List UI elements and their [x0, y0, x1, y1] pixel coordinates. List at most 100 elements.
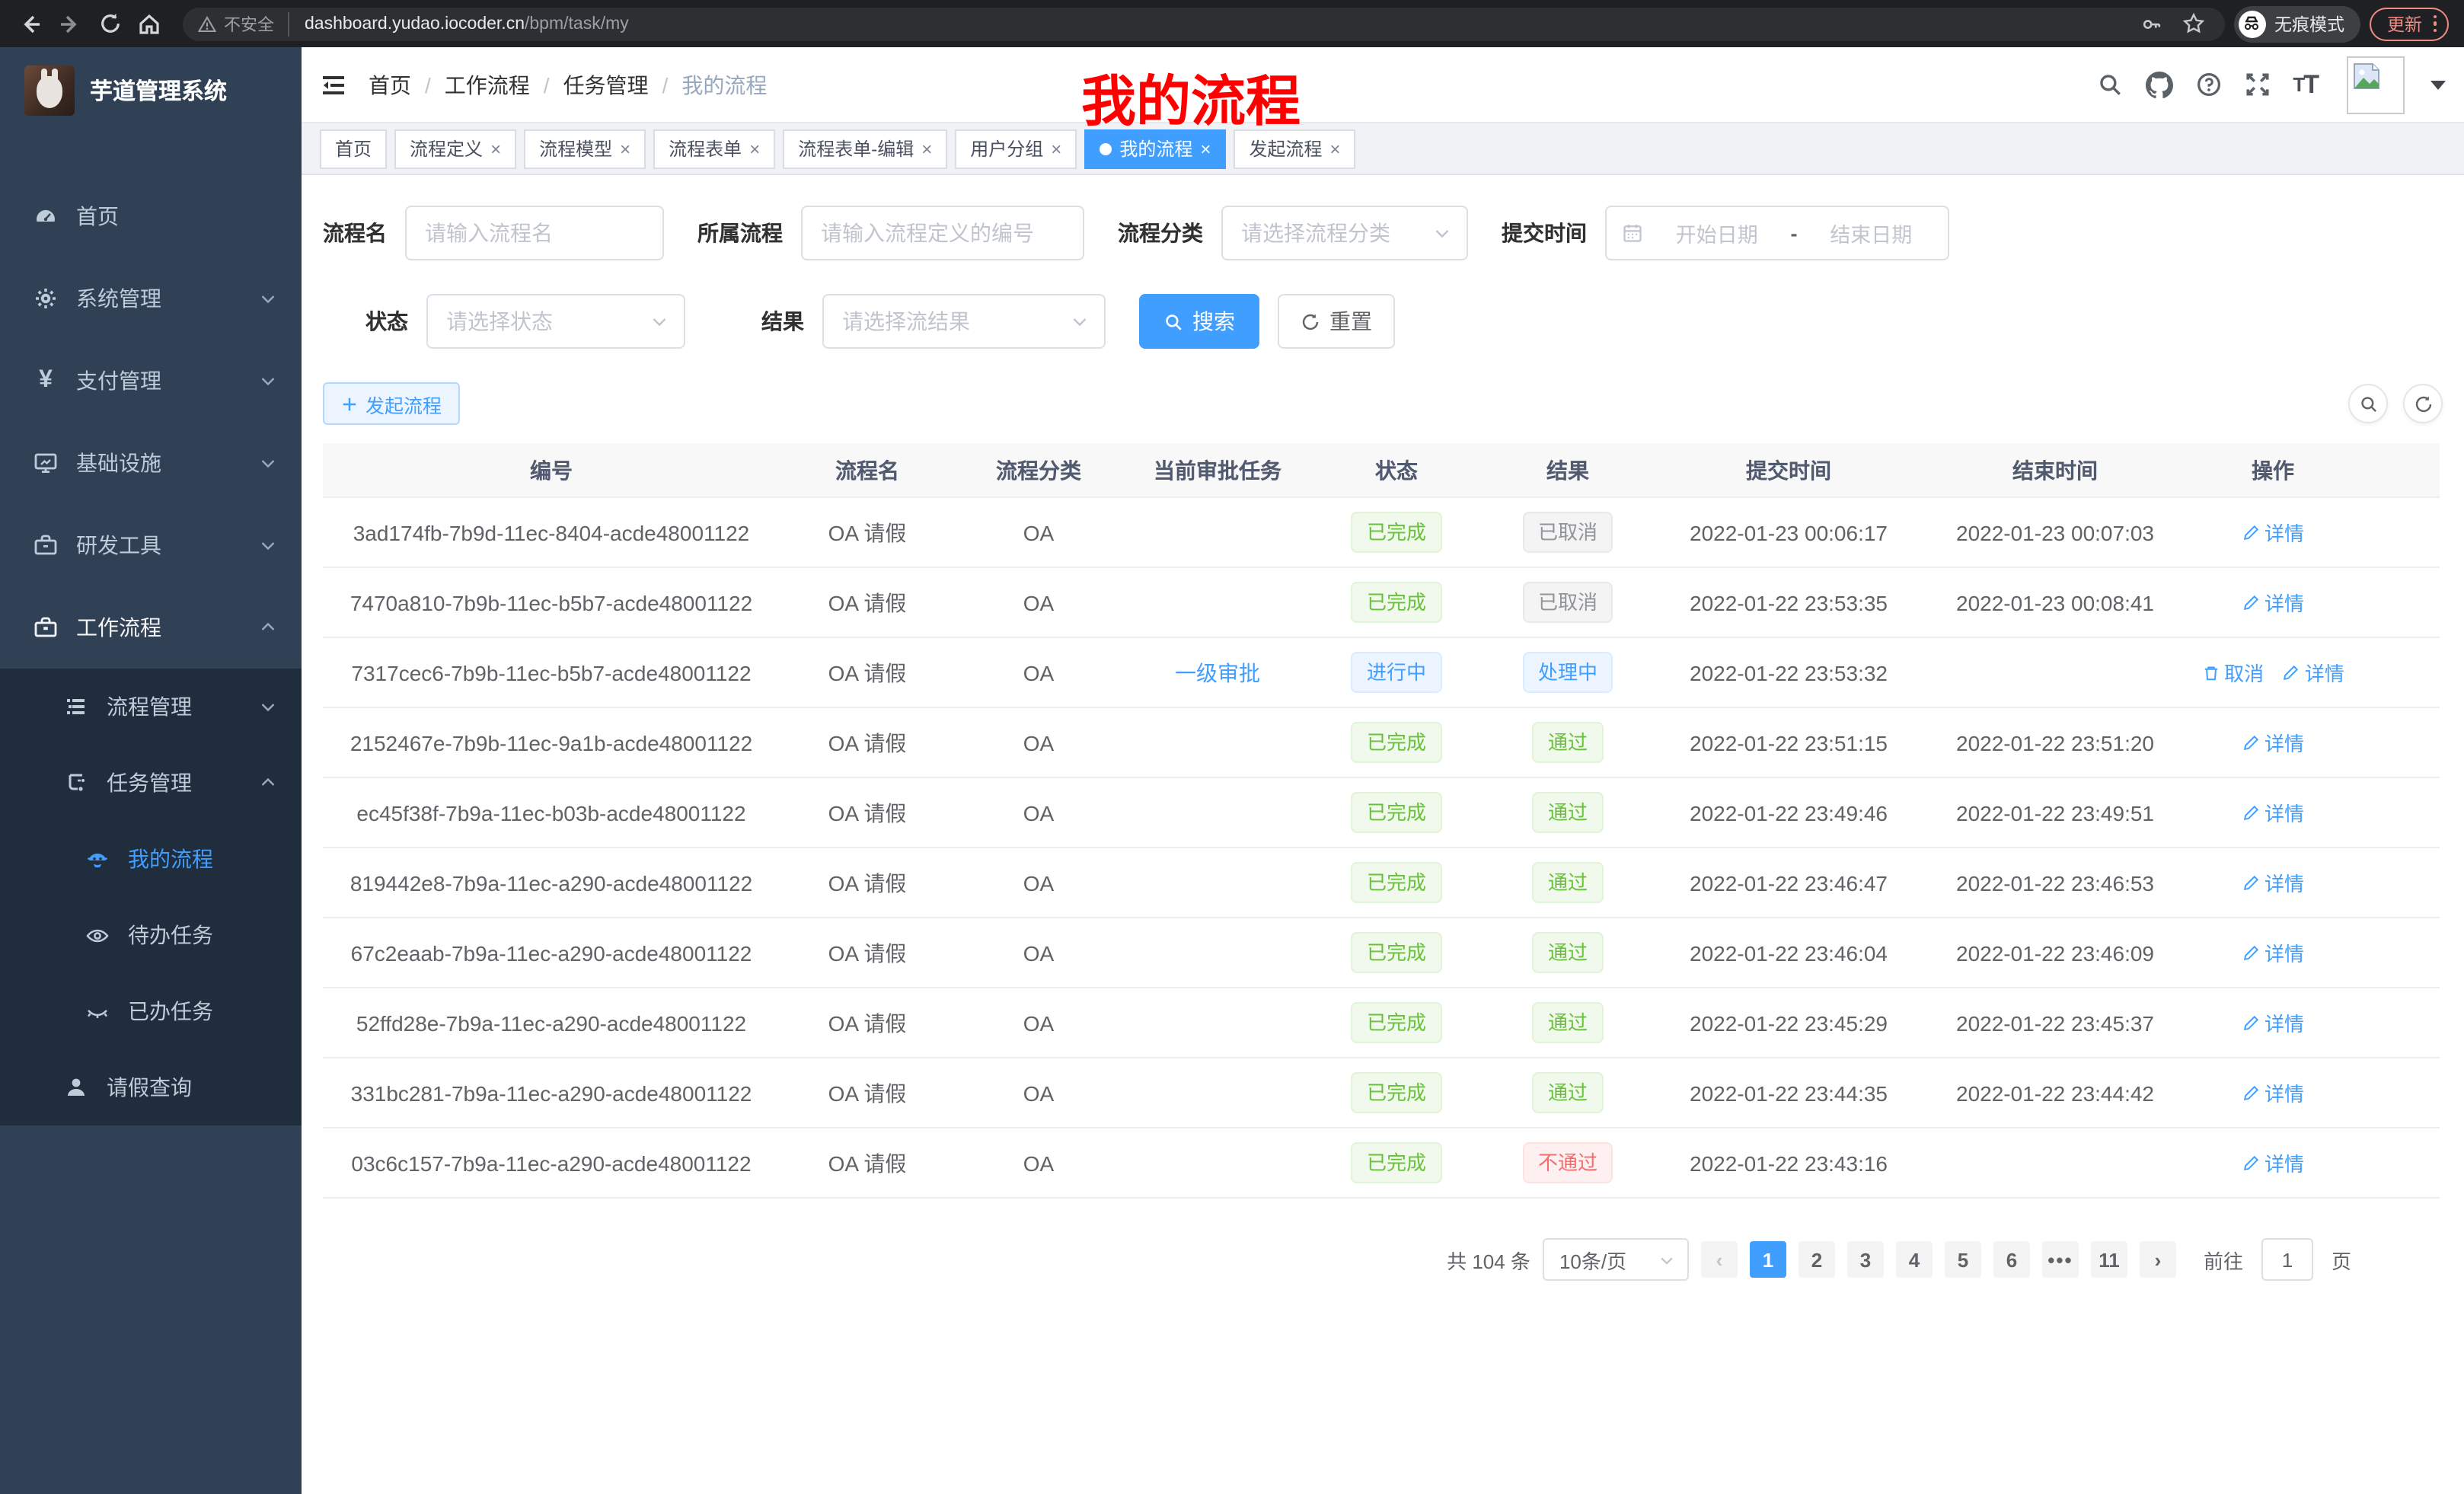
tab-user-group[interactable]: 用户分组×: [955, 129, 1077, 168]
page-button-5[interactable]: 5: [1945, 1241, 1981, 1278]
avatar[interactable]: [2347, 56, 2405, 113]
sidebar-item-done-tasks[interactable]: 已办任务: [0, 973, 302, 1049]
detail-link[interactable]: 详情: [2242, 1008, 2304, 1037]
create-process-button[interactable]: 发起流程: [323, 382, 460, 425]
col-header-actions: 操作: [2188, 455, 2357, 485]
detail-link[interactable]: 详情: [2242, 798, 2304, 827]
cancel-link[interactable]: 取消: [2201, 658, 2264, 687]
page-button-3[interactable]: 3: [1847, 1241, 1884, 1278]
browser-update-button[interactable]: 更新: [2369, 7, 2449, 40]
category-select[interactable]: 请选择流程分类: [1221, 206, 1468, 260]
browser-reload-icon[interactable]: [94, 8, 125, 39]
help-icon[interactable]: [2195, 72, 2221, 97]
close-icon[interactable]: ×: [921, 138, 932, 159]
status-select[interactable]: 请选择状态: [426, 294, 685, 349]
font-size-icon[interactable]: TT: [2293, 69, 2318, 100]
search-icon[interactable]: [2096, 72, 2122, 97]
edit-icon: [2242, 803, 2260, 822]
sidebar-item-home[interactable]: 首页: [0, 175, 302, 257]
app-logo-row[interactable]: 芋道管理系统: [0, 47, 302, 132]
result-badge: 通过: [1533, 722, 1603, 763]
sidebar-item-devtools[interactable]: 研发工具: [0, 504, 302, 586]
goto-page-input[interactable]: [2261, 1238, 2313, 1281]
detail-link[interactable]: 详情: [2242, 868, 2304, 897]
github-icon[interactable]: [2145, 71, 2172, 98]
close-icon[interactable]: ×: [620, 138, 630, 159]
table-row: 7317cec6-7b9b-11ec-b5b7-acde48001122 OA …: [323, 638, 2440, 708]
detail-link[interactable]: 详情: [2282, 658, 2344, 687]
col-header-id: 编号: [323, 455, 780, 485]
page-button-11[interactable]: 11: [2091, 1241, 2127, 1278]
goto-label: 前往: [2204, 1245, 2243, 1274]
breadcrumb-item[interactable]: 首页: [369, 69, 411, 100]
breadcrumb-item[interactable]: 任务管理: [563, 69, 649, 100]
search-button[interactable]: 搜索: [1139, 294, 1259, 349]
prev-page-button[interactable]: ‹: [1701, 1241, 1738, 1278]
sidebar-item-task-mgmt[interactable]: 任务管理: [0, 745, 302, 821]
close-icon[interactable]: ×: [1200, 138, 1211, 159]
detail-link[interactable]: 详情: [2242, 1078, 2304, 1107]
sidebar-item-workflow[interactable]: 工作流程: [0, 586, 302, 669]
result-badge: 通过: [1533, 932, 1603, 973]
reset-button[interactable]: 重置: [1278, 294, 1395, 349]
status-badge: 已完成: [1352, 792, 1441, 833]
edit-icon: [2242, 1084, 2260, 1102]
chevron-up-icon: [259, 618, 277, 637]
detail-link[interactable]: 详情: [2242, 518, 2304, 547]
submit-time-range-picker[interactable]: 开始日期 - 结束日期: [1605, 206, 1949, 260]
detail-link[interactable]: 详情: [2242, 588, 2304, 617]
browser-forward-icon[interactable]: [55, 8, 85, 39]
sidebar-item-label: 基础设施: [76, 448, 161, 478]
refresh-table-button[interactable]: [2403, 384, 2443, 423]
tab-home[interactable]: 首页: [320, 129, 387, 168]
sidebar-item-todo-tasks[interactable]: 待办任务: [0, 897, 302, 973]
security-indicator[interactable]: 不安全: [198, 11, 289, 36]
sidebar-item-payment[interactable]: ¥ 支付管理: [0, 340, 302, 422]
bookmark-star-icon[interactable]: [2178, 8, 2209, 39]
sidebar-item-system[interactable]: 系统管理: [0, 257, 302, 340]
page-button-2[interactable]: 2: [1799, 1241, 1835, 1278]
tab-process-model[interactable]: 流程模型×: [524, 129, 646, 168]
next-page-button[interactable]: ›: [2140, 1241, 2176, 1278]
pagination: 共 104 条 10条/页 ‹ 1 2 3 4 5 6 ••• 11 › 前往: [323, 1238, 2443, 1281]
page-button-1[interactable]: 1: [1750, 1241, 1786, 1278]
page-button-6[interactable]: 6: [1993, 1241, 2030, 1278]
tab-process-form[interactable]: 流程表单×: [653, 129, 775, 168]
result-badge: 通过: [1533, 1002, 1603, 1043]
toggle-search-button[interactable]: [2348, 384, 2388, 423]
search-icon: [1163, 311, 1183, 331]
fullscreen-icon[interactable]: [2244, 72, 2270, 97]
process-definition-input[interactable]: [801, 206, 1084, 260]
sidebar-item-process-mgmt[interactable]: 流程管理: [0, 669, 302, 745]
filter-label-time: 提交时间: [1502, 218, 1587, 248]
avatar-dropdown-caret[interactable]: [2430, 80, 2446, 89]
close-icon[interactable]: ×: [1329, 138, 1340, 159]
page-button-4[interactable]: 4: [1896, 1241, 1933, 1278]
result-select[interactable]: 请选择流结果: [822, 294, 1106, 349]
chevron-down-icon: [650, 312, 669, 330]
sidebar-fold-icon[interactable]: [320, 71, 347, 98]
detail-link[interactable]: 详情: [2242, 728, 2304, 757]
detail-link[interactable]: 详情: [2242, 938, 2304, 967]
breadcrumb-item[interactable]: 工作流程: [445, 69, 530, 100]
sidebar-item-infra[interactable]: 基础设施: [0, 422, 302, 504]
detail-link[interactable]: 详情: [2242, 1148, 2304, 1177]
current-task-link[interactable]: 一级审批: [1175, 660, 1260, 685]
browser-back-icon[interactable]: [15, 8, 46, 39]
browser-menu-icon[interactable]: [2433, 15, 2437, 33]
close-icon[interactable]: ×: [1051, 138, 1061, 159]
tab-process-form-edit[interactable]: 流程表单-编辑×: [783, 129, 947, 168]
browser-home-icon[interactable]: [134, 8, 164, 39]
page-size-select[interactable]: 10条/页: [1543, 1238, 1689, 1281]
page-ellipsis[interactable]: •••: [2042, 1241, 2079, 1278]
tab-process-definition[interactable]: 流程定义×: [394, 129, 516, 168]
address-bar[interactable]: 不安全 dashboard.yudao.iocoder.cn/bpm/task/…: [183, 7, 2224, 40]
edit-icon: [2242, 523, 2260, 541]
chevron-down-icon: [1658, 1251, 1675, 1268]
sidebar-item-my-process[interactable]: 我的流程: [0, 821, 302, 897]
close-icon[interactable]: ×: [490, 138, 501, 159]
sidebar-item-leave-query[interactable]: 请假查询: [0, 1049, 302, 1125]
process-name-input[interactable]: [405, 206, 664, 260]
password-key-icon[interactable]: [2136, 8, 2166, 39]
close-icon[interactable]: ×: [749, 138, 760, 159]
